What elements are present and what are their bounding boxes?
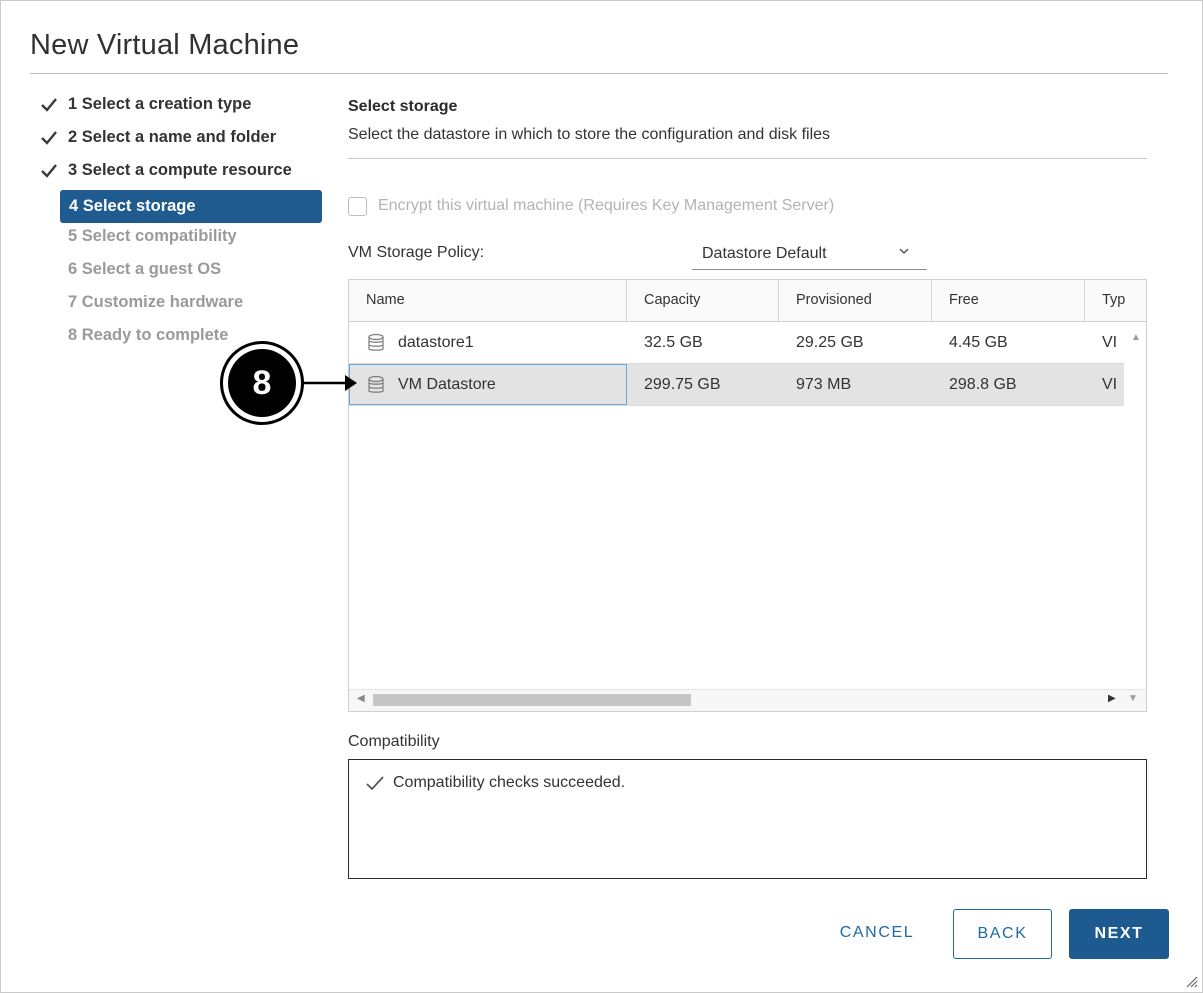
step-callout-badge: 8: [220, 341, 304, 425]
step-label: 4 Select storage: [69, 197, 196, 215]
compatibility-message: Compatibility checks succeeded.: [365, 774, 625, 792]
compatibility-text: Compatibility checks succeeded.: [393, 774, 626, 791]
step-label: 6 Select a guest OS: [68, 260, 222, 278]
back-button[interactable]: BACK: [953, 909, 1052, 959]
encrypt-option: Encrypt this virtual machine (Requires K…: [348, 195, 834, 217]
compatibility-label: Compatibility: [348, 733, 440, 750]
cell-provisioned: 29.25 GB: [796, 334, 864, 351]
step-compute-resource[interactable]: 3 Select a compute resource: [37, 157, 327, 190]
content-header: Select storage Select the datastore in w…: [348, 98, 830, 144]
step-select-storage[interactable]: 4 Select storage: [60, 190, 322, 223]
encrypt-label: Encrypt this virtual machine (Requires K…: [378, 197, 835, 214]
chevron-down-icon: [899, 248, 909, 255]
step-label: 1 Select a creation type: [68, 95, 252, 113]
scroll-up-icon[interactable]: ▲: [1131, 332, 1141, 343]
step-customize-hardware: 7 Customize hardware: [37, 289, 327, 322]
column-header-provisioned[interactable]: Provisioned: [779, 280, 932, 321]
step-creation-type[interactable]: 1 Select a creation type: [37, 91, 327, 124]
table-row[interactable]: datastore1 32.5 GB 29.25 GB 4.45 GB VI: [349, 322, 1146, 363]
step-label: 3 Select a compute resource: [68, 161, 292, 179]
cell-name: datastore1: [349, 322, 627, 363]
step-label: 5 Select compatibility: [68, 227, 237, 245]
dialog-title: New Virtual Machine: [30, 29, 300, 61]
callout-number: 8: [228, 349, 296, 417]
datastore-grid: Name Capacity Provisioned Free Typ datas…: [348, 279, 1147, 712]
step-name-and-folder[interactable]: 2 Select a name and folder: [37, 124, 327, 157]
resize-handle-icon[interactable]: [1184, 974, 1198, 988]
check-icon: [366, 776, 384, 791]
step-label: 7 Customize hardware: [68, 293, 244, 311]
cancel-button[interactable]: CANCEL: [821, 909, 933, 959]
column-header-capacity[interactable]: Capacity: [627, 280, 779, 321]
step-label: 8 Ready to complete: [68, 326, 229, 344]
callout-arrow-icon: [303, 375, 357, 391]
check-icon: [41, 98, 57, 112]
step-select-compatibility: 5 Select compatibility: [37, 223, 327, 256]
grid-header: Name Capacity Provisioned Free Typ: [349, 280, 1146, 322]
step-label: 2 Select a name and folder: [68, 128, 277, 146]
datastore-name: VM Datastore: [398, 376, 496, 393]
compatibility-panel: Compatibility checks succeeded.: [348, 759, 1147, 879]
row-divider: [349, 405, 1146, 406]
next-button[interactable]: NEXT: [1069, 909, 1169, 959]
title-divider: [30, 73, 1168, 74]
table-row-selected[interactable]: VM Datastore 299.75 GB 973 MB 298.8 GB V…: [349, 364, 1146, 405]
cell-type: VI: [1102, 334, 1118, 351]
database-icon: [368, 333, 384, 351]
step-guest-os: 6 Select a guest OS: [37, 256, 327, 289]
check-icon: [41, 164, 57, 178]
new-vm-dialog: New Virtual Machine 1 Select a creation …: [0, 0, 1203, 993]
scroll-down-icon[interactable]: ▼: [1128, 693, 1138, 704]
storage-policy-value: Datastore Default: [702, 245, 827, 262]
cell-capacity: 299.75 GB: [644, 376, 721, 393]
column-header-free[interactable]: Free: [932, 280, 1085, 321]
cell-capacity: 32.5 GB: [644, 334, 703, 351]
database-icon: [368, 375, 384, 393]
column-header-name[interactable]: Name: [349, 280, 627, 321]
horizontal-scrollbar[interactable]: ◀ ▶ ▼: [349, 689, 1146, 711]
datastore-name: datastore1: [398, 334, 474, 351]
storage-policy-select[interactable]: Datastore Default: [692, 241, 927, 270]
scrollbar-thumb[interactable]: [373, 694, 691, 706]
cell-free: 4.45 GB: [949, 334, 1008, 351]
page-title: Select storage: [348, 98, 458, 115]
check-icon: [41, 131, 57, 145]
cell-type: VI: [1102, 376, 1118, 393]
page-description: Select the datastore in which to store t…: [348, 126, 831, 143]
storage-policy-label: VM Storage Policy:: [348, 244, 485, 261]
cell-provisioned: 973 MB: [796, 376, 852, 393]
scroll-right-icon[interactable]: ▶: [1108, 693, 1116, 704]
cell-free: 298.8 GB: [949, 376, 1017, 393]
column-header-type[interactable]: Typ: [1085, 280, 1146, 321]
cell-name: VM Datastore: [349, 364, 627, 405]
vertical-scrollbar[interactable]: ▲: [1124, 322, 1146, 690]
header-divider: [348, 158, 1147, 159]
encrypt-checkbox[interactable]: [348, 196, 367, 216]
wizard-steps: 1 Select a creation type 2 Select a name…: [37, 91, 327, 355]
scroll-left-icon[interactable]: ◀: [357, 693, 365, 704]
